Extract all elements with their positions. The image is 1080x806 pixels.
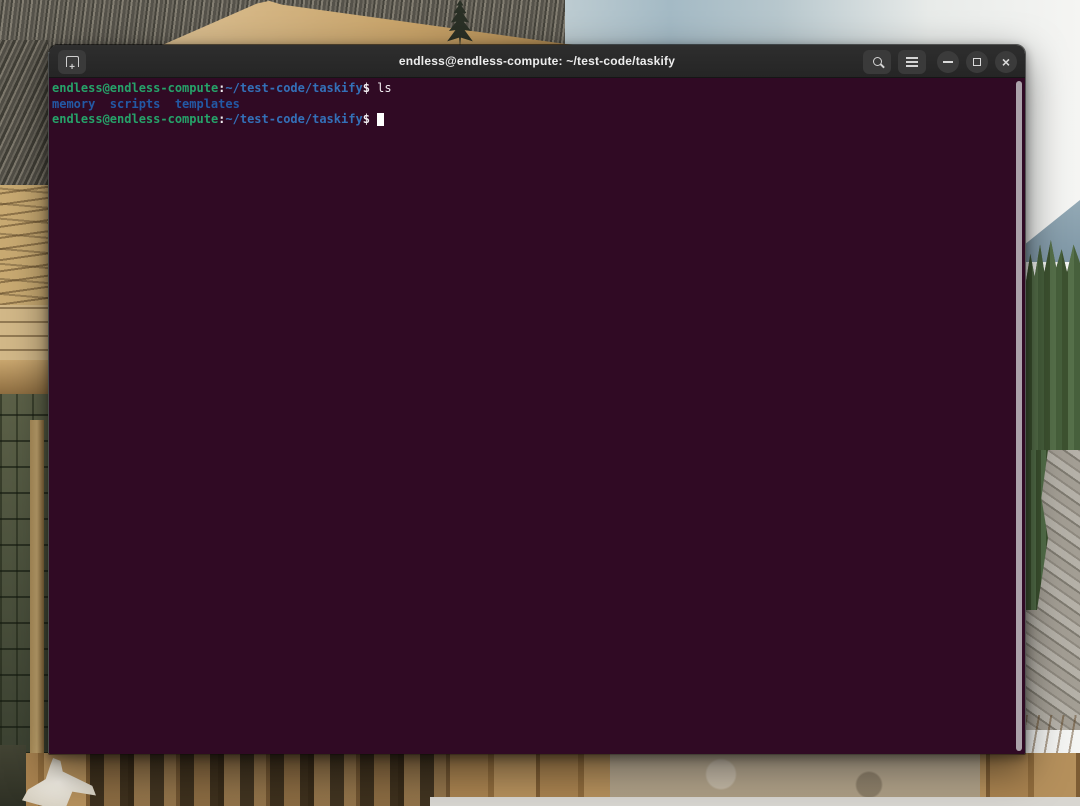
terminal-line-prompt-1: endless@endless-compute:~/test-code/task… [52, 81, 1011, 97]
menu-button[interactable] [898, 50, 926, 74]
window-title: endless@endless-compute: ~/test-code/tas… [399, 54, 675, 68]
terminal-content[interactable]: endless@endless-compute:~/test-code/task… [49, 78, 1025, 754]
terminal-scrollbar[interactable] [1016, 81, 1022, 751]
wood-beam [0, 360, 48, 396]
search-icon [873, 57, 882, 66]
typed-command: ls [377, 81, 391, 95]
new-tab-icon [66, 56, 79, 67]
prompt-user: endless@endless-compute [52, 81, 218, 95]
titlebar[interactable]: endless@endless-compute: ~/test-code/tas… [49, 45, 1025, 78]
prompt-path: ~/test-code/taskify [225, 112, 362, 126]
terminal-line-output: memory scripts templates [52, 97, 1011, 113]
search-button[interactable] [863, 50, 891, 74]
shingle-pile [0, 185, 48, 310]
directory-name: templates [175, 97, 240, 111]
maximize-button[interactable] [966, 51, 988, 73]
twig-thatch-left [0, 40, 48, 190]
conifer-forest [1026, 240, 1080, 470]
minimize-icon [943, 61, 953, 63]
floor-light-edge [430, 797, 1080, 806]
maximize-icon [973, 58, 981, 66]
prompt-path: ~/test-code/taskify [225, 81, 362, 95]
directory-name: scripts [110, 97, 161, 111]
floor-shadow [90, 753, 450, 806]
prompt-symbol: $ [363, 112, 370, 126]
prompt-symbol: $ [363, 81, 370, 95]
close-button[interactable]: × [995, 51, 1017, 73]
terminal-window: endless@endless-compute: ~/test-code/tas… [48, 44, 1026, 755]
terminal-cursor [377, 113, 384, 126]
bush [0, 745, 26, 806]
directory-name: memory [52, 97, 95, 111]
wood-planks-left [0, 305, 48, 365]
close-icon: × [1002, 55, 1010, 69]
prompt-user: endless@endless-compute [52, 112, 218, 126]
minimize-button[interactable] [937, 51, 959, 73]
terminal-line-prompt-2: endless@endless-compute:~/test-code/task… [52, 112, 1011, 128]
hamburger-menu-icon [906, 61, 918, 63]
wood-post [30, 420, 44, 754]
new-tab-button[interactable] [58, 50, 86, 74]
